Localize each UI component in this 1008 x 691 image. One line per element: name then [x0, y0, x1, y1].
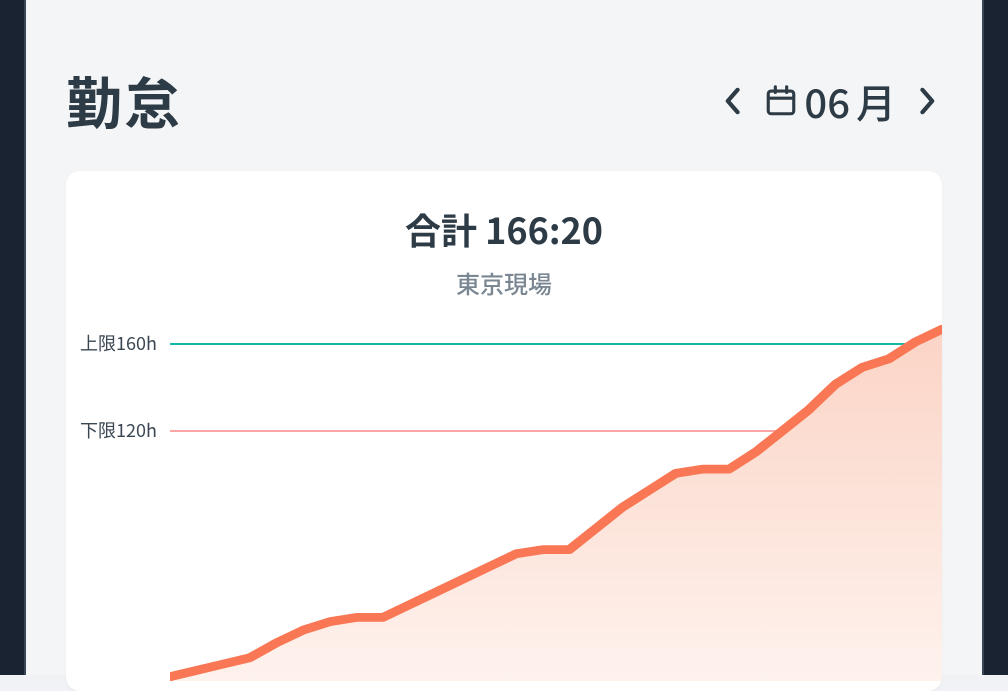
card-subtitle: 東京現場 — [66, 265, 942, 300]
chevron-right-icon — [919, 87, 937, 115]
month-suffix: 月 — [856, 72, 896, 130]
total-value: 166:20 — [485, 203, 603, 255]
chart-area: 上限160h 下限120h — [66, 321, 942, 691]
total-label: 合計 — [405, 203, 477, 255]
prev-month-button[interactable] — [718, 87, 746, 115]
cumulative-chart — [170, 311, 942, 681]
card-title: 合計 166:20 — [66, 203, 942, 255]
next-month-button[interactable] — [914, 87, 942, 115]
chevron-left-icon — [723, 87, 741, 115]
month-number: 06 — [804, 72, 850, 130]
month-selector[interactable]: 06 月 — [764, 72, 896, 130]
page-title: 勤怠 — [66, 60, 182, 141]
upper-limit-label: 上限160h — [80, 330, 157, 356]
lower-limit-label: 下限120h — [80, 417, 157, 443]
calendar-icon — [764, 84, 798, 118]
month-navigator: 06 月 — [718, 72, 942, 130]
attendance-card: 合計 166:20 東京現場 上限160h 下限120h — [66, 171, 942, 691]
